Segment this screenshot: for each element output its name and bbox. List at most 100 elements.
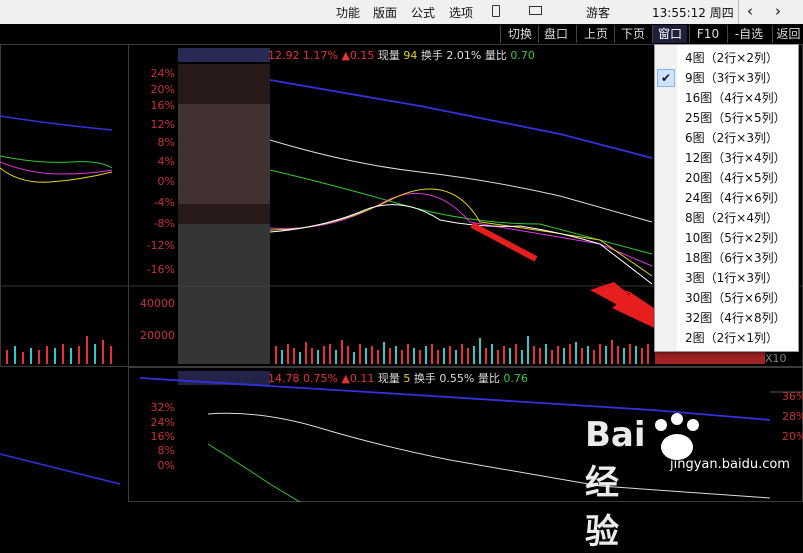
menu-item-label: 2图（2行×1列） xyxy=(685,331,778,345)
switch-button[interactable]: 切换 xyxy=(500,25,539,43)
menu-item-20[interactable]: 20图（4行×5列） xyxy=(655,168,798,188)
order-book-button[interactable]: 盘口 xyxy=(538,25,573,43)
tablet-icon[interactable] xyxy=(492,5,500,17)
y-label: 24% xyxy=(150,67,175,80)
window-layout-menu: 4图（2行×2列） ✔ 9图（3行×3列） 16图（4行×4列） 25图（5行×5… xyxy=(654,44,799,352)
y-label: -16% xyxy=(146,263,175,276)
watchlist-button[interactable]: -自选 xyxy=(727,25,770,43)
y-label: -12% xyxy=(146,239,175,252)
chart2-turnover-label: 换手 xyxy=(413,372,436,385)
volume-label: 20000 xyxy=(140,329,175,342)
paw-icon xyxy=(655,413,699,460)
ma-line-yellow xyxy=(269,188,653,277)
page-up-button[interactable]: 上页 xyxy=(576,25,615,43)
mail-icon[interactable] xyxy=(529,6,542,15)
y-label: 16% xyxy=(150,99,175,112)
chart1-vol: 94 xyxy=(403,49,418,62)
menu-formula[interactable]: 公式 xyxy=(411,4,435,21)
window-button[interactable]: 窗口 xyxy=(652,25,687,43)
menu-item-12[interactable]: 12图（3行×4列） xyxy=(655,148,798,168)
menu-item-4[interactable]: 4图（2行×2列） xyxy=(655,48,798,68)
menu-item-label: 12图（3行×4列） xyxy=(685,151,786,165)
chart2-pct: 0.75% xyxy=(303,372,338,385)
checkmark-icon: ✔ xyxy=(657,69,675,87)
y-label: -8% xyxy=(153,217,175,230)
ma-line-magenta xyxy=(269,192,653,267)
menu-item-label: 24图（4行×6列） xyxy=(685,191,786,205)
arrow-right-icon[interactable]: › xyxy=(775,2,781,20)
y-label: 20% xyxy=(150,83,175,96)
menu-item-2[interactable]: 2图（2行×1列） xyxy=(655,328,798,348)
menu-item-32[interactable]: 32图（4行×8列） xyxy=(655,308,798,328)
y-label: 0% xyxy=(157,459,175,472)
menu-item-label: 30图（5行×6列） xyxy=(685,291,786,305)
menu-item-6[interactable]: 6图（2行×3列） xyxy=(655,128,798,148)
menu-item-18[interactable]: 18图（6行×3列） xyxy=(655,248,798,268)
y-label: 4% xyxy=(157,155,175,168)
top-menu-bar: 功能 版面 公式 选项 游客 13:55:12 周四 ‹ › xyxy=(0,0,803,25)
right-axis-label: 20% xyxy=(782,430,803,443)
watermark-url: jingyan.baidu.com xyxy=(670,457,790,472)
chart2-ratio: 0.76 xyxy=(503,372,528,385)
right-axis-label: 28% xyxy=(782,410,803,423)
right-axis-label: 36% xyxy=(782,390,803,403)
menu-item-label: 16图（4行×4列） xyxy=(685,91,786,105)
menu-function[interactable]: 功能 xyxy=(336,4,360,21)
guest-label[interactable]: 游客 xyxy=(586,4,610,21)
menu-item-label: 25图（5行×5列） xyxy=(685,111,786,125)
zoom-label: X10 xyxy=(765,352,787,365)
menu-item-9[interactable]: ✔ 9图（3行×3列） xyxy=(655,68,798,88)
menu-item-16[interactable]: 16图（4行×4列） xyxy=(655,88,798,108)
chart1-turnover-label: 换手 xyxy=(420,49,443,62)
menu-item-label: 8图（2行×4列） xyxy=(685,211,778,225)
chart2-vol-label: 现量 xyxy=(377,372,400,385)
chart1-vol-label: 现量 xyxy=(377,49,400,62)
left-ma-line xyxy=(0,167,113,183)
chart1-pct: 1.17% xyxy=(303,49,338,62)
y-label: 12% xyxy=(150,118,175,131)
menu-item-8[interactable]: 8图（2行×4列） xyxy=(655,208,798,228)
blurred-area xyxy=(178,224,270,364)
chart2-price: 14.78 xyxy=(268,372,300,385)
menu-item-label: 3图（1行×3列） xyxy=(685,271,778,285)
menu-item-25[interactable]: 25图（5行×5列） xyxy=(655,108,798,128)
menu-item-30[interactable]: 30图（5行×6列） xyxy=(655,288,798,308)
chart1-ratio: 0.70 xyxy=(510,49,535,62)
y-label: 8% xyxy=(157,444,175,457)
y-label: 16% xyxy=(150,430,175,443)
menu-item-label: 32图（4行×8列） xyxy=(685,311,786,325)
left-ma-line xyxy=(0,115,113,131)
menu-item-label: 6图（2行×3列） xyxy=(685,131,778,145)
blurred-area xyxy=(178,104,270,204)
menu-item-10[interactable]: 10图（5行×2列） xyxy=(655,228,798,248)
menu-item-24[interactable]: 24图（4行×6列） xyxy=(655,188,798,208)
menu-item-label: 4图（2行×2列） xyxy=(685,51,778,65)
chart2-header: 14.78 0.75% ▲0.11 现量 5 换手 0.55% 量比 0.76 xyxy=(268,370,528,386)
page-down-button[interactable]: 下页 xyxy=(614,25,651,43)
menu-options[interactable]: 选项 xyxy=(449,4,473,21)
ma-line-green xyxy=(269,169,653,255)
y-label: 8% xyxy=(157,136,175,149)
left-ma-line-2 xyxy=(0,453,121,485)
blurred-area xyxy=(178,48,270,62)
ma-line-white xyxy=(269,139,653,223)
left-ma-line xyxy=(0,155,113,169)
menu-item-label: 20图（4行×5列） xyxy=(685,171,786,185)
y-label: -4% xyxy=(153,196,175,209)
chart1-ratio-label: 量比 xyxy=(484,49,507,62)
ma-line-blue xyxy=(269,79,653,159)
menu-item-3[interactable]: 3图（1行×3列） xyxy=(655,268,798,288)
y-label: 0% xyxy=(157,175,175,188)
back-button[interactable]: 返回 xyxy=(772,25,803,43)
arrow-left-icon[interactable]: ‹ xyxy=(747,2,753,20)
clock: 13:55:12 周四 xyxy=(652,6,734,20)
chart2-vol: 5 xyxy=(403,372,411,385)
ma-line-green-2 xyxy=(207,443,301,502)
f10-button[interactable]: F10 xyxy=(689,25,726,43)
menu-layout[interactable]: 版面 xyxy=(373,4,397,21)
volume-label: 40000 xyxy=(140,297,175,310)
y-label: 24% xyxy=(150,416,175,429)
watermark-brand: Bai经验 xyxy=(585,415,646,552)
chart2-ratio-label: 量比 xyxy=(477,372,500,385)
chart1-header: 12.92 1.17% ▲0.15 现量 94 换手 2.01% 量比 0.70 xyxy=(268,47,535,63)
